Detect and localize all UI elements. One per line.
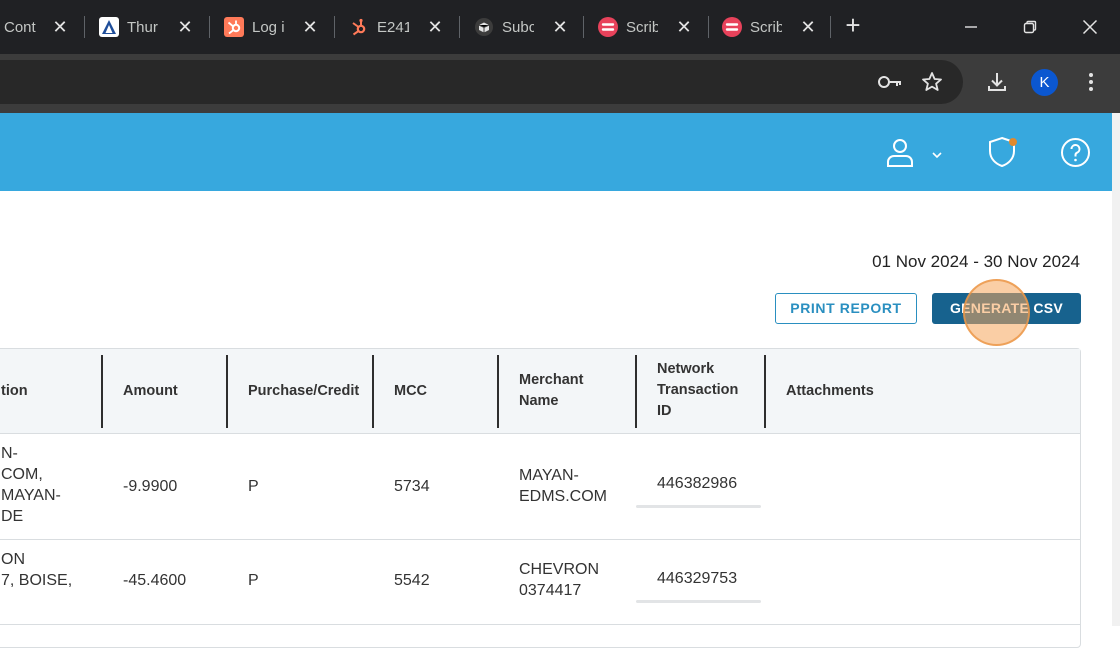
tab-title: Scrib [626,18,658,36]
column-divider[interactable] [101,355,103,428]
app-header [0,113,1112,191]
tab-close-icon[interactable]: ✕ [52,18,68,36]
browser-menu-icon[interactable] [1077,68,1105,96]
cell-mcc: 5734 [394,478,430,495]
column-header-network-transaction-id[interactable]: Network Transaction ID [657,359,752,422]
column-header-mcc[interactable]: MCC [394,381,427,402]
tab-separator [583,16,584,38]
tab-close-icon[interactable]: ✕ [676,18,692,36]
triangle-logo-icon [99,17,119,37]
tab-close-icon[interactable]: ✕ [800,18,816,36]
table-header: tion Amount Purchase/Credit MCC Merchant… [0,349,1080,434]
browser-tab-strip: Cont ✕ Thur ✕ Log i ✕ E241 ✕ Subc ✕ Scri… [0,0,1120,54]
column-header-merchant-name[interactable]: Merchant Name [519,370,609,412]
cell-mcc: 5542 [394,572,430,589]
minimize-icon[interactable] [956,12,986,42]
box-logo-icon [474,17,494,37]
column-divider[interactable] [372,355,374,428]
hubspot-icon [224,17,244,37]
tab-close-icon[interactable]: ✕ [177,18,193,36]
browser-tab[interactable]: Cont ✕ [4,10,68,44]
generate-csv-button[interactable]: GENERATE CSV [932,293,1081,324]
page-scrollbar[interactable] [1112,113,1120,626]
table-row[interactable]: ON 7, BOISE, -45.4600 P 5542 CHEVRON 037… [0,540,1080,625]
tab-separator [459,16,460,38]
scribe-icon [722,17,742,37]
close-window-icon[interactable] [1075,12,1105,42]
browser-tab[interactable]: E241 ✕ [349,10,443,44]
tab-separator [708,16,709,38]
column-header-description[interactable]: tion [1,381,28,402]
cell-merchant-name: CHEVRON 0374417 [519,561,600,599]
browser-tab[interactable]: Subc ✕ [474,10,568,44]
cell-network-transaction-id[interactable]: 446329753 [657,568,737,589]
browser-tab[interactable]: Scrib ✕ [598,10,692,44]
browser-tab[interactable]: Scrib ✕ [722,10,816,44]
input-underline [636,505,761,508]
user-account-icon[interactable] [885,137,915,172]
report-date-range: 01 Nov 2024 - 30 Nov 2024 [872,252,1080,271]
hubspot-sprocket-icon [349,17,369,37]
input-underline [636,600,761,603]
tab-title: Log i [252,18,284,36]
chevron-down-icon[interactable] [930,147,944,165]
password-key-icon[interactable] [876,68,904,96]
browser-tab[interactable]: Thur ✕ [99,10,193,44]
browser-toolbar [0,54,1120,113]
cell-purchase-credit: P [248,478,259,495]
download-icon[interactable] [983,68,1011,96]
tab-separator [209,16,210,38]
tab-separator [334,16,335,38]
tab-close-icon[interactable]: ✕ [302,18,318,36]
scribe-icon [598,17,618,37]
new-tab-plus-icon[interactable]: + [842,12,864,38]
column-header-attachments[interactable]: Attachments [786,381,874,402]
column-header-purchase-credit[interactable]: Purchase/Credit [248,381,359,402]
bookmark-star-icon[interactable] [918,68,946,96]
print-report-button[interactable]: PRINT REPORT [775,293,917,324]
tab-close-icon[interactable]: ✕ [552,18,568,36]
browser-tab[interactable]: Log i ✕ [224,10,318,44]
restore-icon[interactable] [1015,12,1045,42]
cell-amount: -9.9900 [123,478,178,495]
column-divider[interactable] [764,355,766,428]
tab-close-icon[interactable]: ✕ [427,18,443,36]
tab-title: Subc [502,18,534,36]
profile-avatar[interactable]: K [1031,69,1058,96]
tab-separator [830,16,831,38]
cell-description: ON 7, BOISE, [1,551,73,589]
cell-merchant-name: MAYAN- EDMS.COM [519,467,607,505]
tab-title: Cont [4,18,36,36]
cell-amount: -45.4600 [123,572,187,589]
column-divider[interactable] [497,355,499,428]
cell-purchase-credit: P [248,572,259,589]
cell-description: N- COM, MAYAN- DE [1,445,61,525]
address-bar[interactable] [0,60,963,104]
tab-title: E241 [377,18,409,36]
cell-network-transaction-id[interactable]: 446382986 [657,473,737,494]
tab-title: Thur [127,18,158,36]
column-header-amount[interactable]: Amount [123,381,178,402]
column-divider[interactable] [226,355,228,428]
help-icon[interactable] [1060,137,1091,173]
transactions-table: tion Amount Purchase/Credit MCC Merchant… [0,348,1081,648]
tab-separator [84,16,85,38]
column-divider[interactable] [635,355,637,428]
shield-icon[interactable] [987,135,1019,174]
tab-title: Scrib [750,18,782,36]
table-row[interactable]: N- COM, MAYAN- DE -9.9900 P 5734 MAYAN- … [0,434,1080,540]
